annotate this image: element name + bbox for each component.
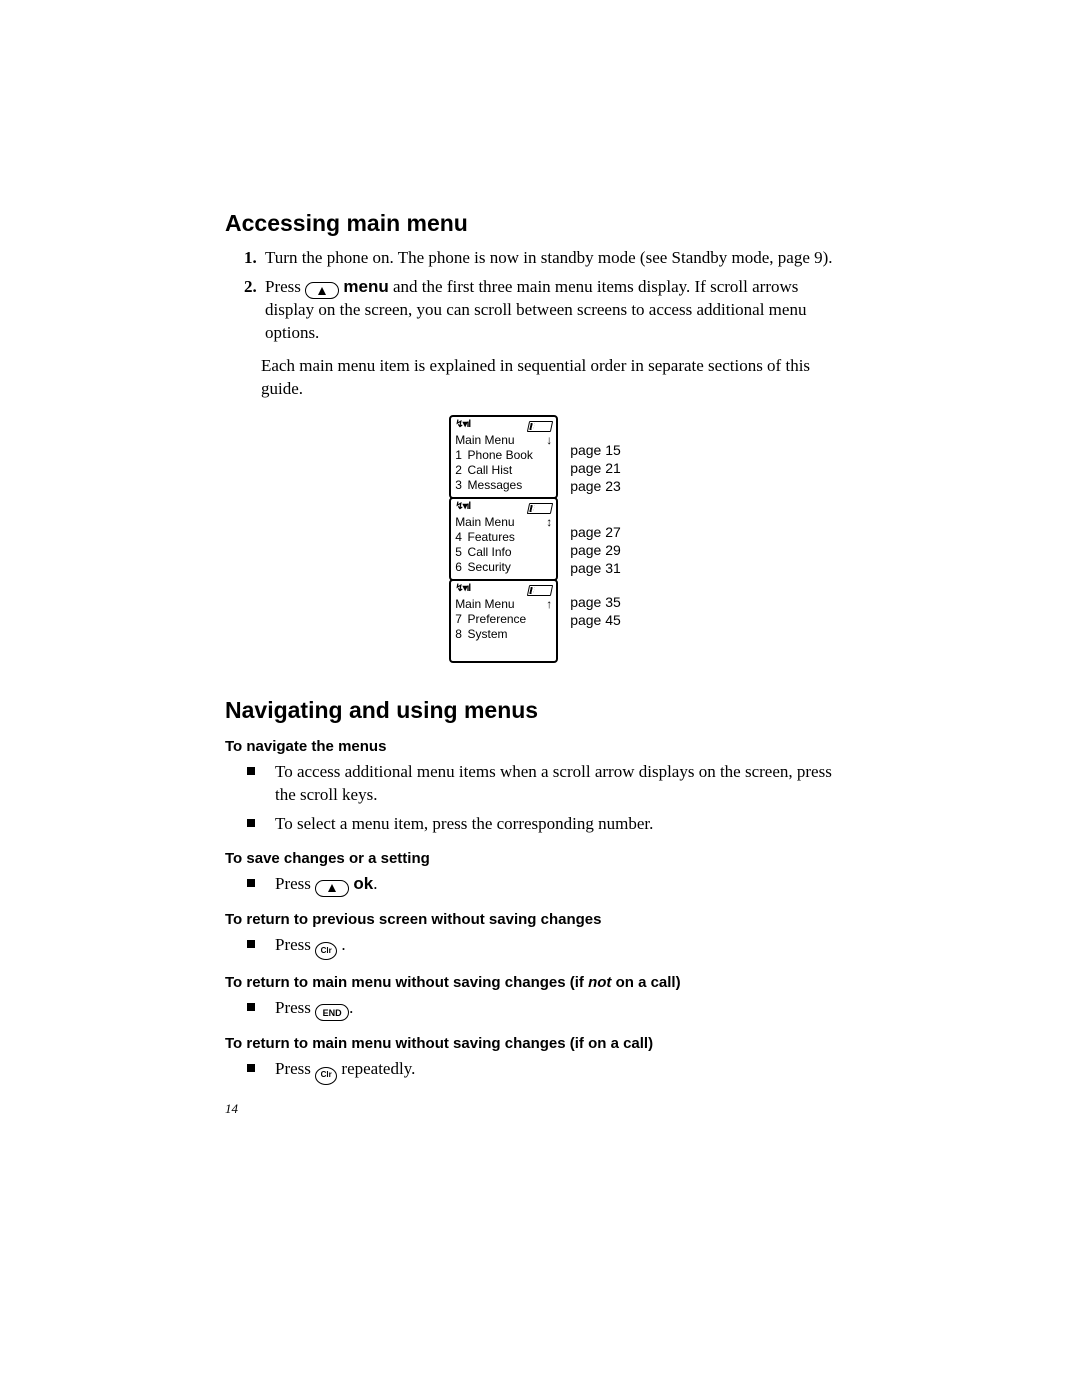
screen-row-2: ↯▾ıl Main Menu ↕ 4 Features 5 Call Info …	[449, 499, 621, 581]
list-item: To select a menu item, press the corresp…	[247, 813, 845, 836]
scroll-updown-icon: ↕	[546, 515, 552, 530]
end-key-icon: END	[315, 1004, 349, 1021]
phone-screen-3: ↯▾ıl Main Menu ↑ 7 Preference 8 System	[449, 579, 558, 663]
step-2-text-before: Press	[265, 277, 305, 296]
list-item: Press ok.	[247, 873, 845, 897]
page-ref-spacer	[570, 629, 621, 647]
screens-figure: ↯▾ıl Main Menu ↓ 1 Phone Book 2 Call His…	[225, 415, 845, 663]
page-ref: page 21	[570, 459, 621, 477]
battery-icon	[527, 503, 553, 514]
menu-item: 7 Preference	[455, 612, 552, 627]
page-ref: page 23	[570, 477, 621, 495]
page-ref: page 27	[570, 523, 621, 541]
manual-page: Accessing main menu Turn the phone on. T…	[0, 0, 1080, 1397]
menu-item: 8 System	[455, 627, 552, 642]
page-ref: page 31	[570, 559, 621, 577]
list-item: Press Clr .	[247, 934, 845, 960]
battery-icon	[527, 421, 553, 432]
screen-title: Main Menu	[455, 433, 514, 448]
return-main-oncall-list: Press Clr repeatedly.	[247, 1058, 845, 1084]
page-ref: page 15	[570, 441, 621, 459]
menu-item	[455, 642, 552, 657]
page-refs-3: page 35 page 45	[558, 581, 621, 663]
return-prev-list: Press Clr .	[247, 934, 845, 960]
clr-key-icon: Clr	[315, 1067, 337, 1085]
phone-screen-1: ↯▾ıl Main Menu ↓ 1 Phone Book 2 Call His…	[449, 415, 558, 499]
menu-label: menu	[343, 277, 388, 296]
heading-accessing-main-menu: Accessing main menu	[225, 210, 845, 237]
menu-item: 3 Messages	[455, 478, 552, 493]
heading-navigating-using-menus: Navigating and using menus	[225, 697, 845, 724]
screens-column: ↯▾ıl Main Menu ↓ 1 Phone Book 2 Call His…	[449, 415, 621, 663]
step-1: Turn the phone on. The phone is now in s…	[261, 247, 845, 270]
triangle-up-icon	[328, 884, 336, 892]
menu-item: 2 Call Hist	[455, 463, 552, 478]
softkey-icon	[305, 282, 339, 299]
menu-item: 4 Features	[455, 530, 552, 545]
followup-text: Each main menu item is explained in sequ…	[261, 355, 845, 401]
menu-item: 1 Phone Book	[455, 448, 552, 463]
page-refs-1: page 15 page 21 page 23	[558, 415, 621, 499]
screen-title: Main Menu	[455, 597, 514, 612]
phone-screen-2: ↯▾ıl Main Menu ↕ 4 Features 5 Call Info …	[449, 497, 558, 581]
triangle-up-icon	[318, 287, 326, 295]
page-ref: page 35	[570, 593, 621, 611]
status-bar: ↯▾ıl	[455, 502, 552, 514]
sub-navigate: To navigate the menus	[225, 738, 845, 755]
softkey-icon	[315, 880, 349, 897]
page-refs-2: page 27 page 29 page 31	[558, 499, 621, 581]
clr-key-icon: Clr	[315, 942, 337, 960]
page-number: 14	[225, 1101, 238, 1117]
status-bar: ↯▾ıl	[455, 420, 552, 432]
list-item: Press Clr repeatedly.	[247, 1058, 845, 1084]
page-ref: page 29	[570, 541, 621, 559]
screen-title: Main Menu	[455, 515, 514, 530]
step-2: Press menu and the first three main menu…	[261, 276, 845, 345]
navigate-list: To access additional menu items when a s…	[247, 761, 845, 836]
menu-item: 6 Security	[455, 560, 552, 575]
screen-row-3: ↯▾ıl Main Menu ↑ 7 Preference 8 System p…	[449, 581, 621, 663]
battery-icon	[527, 585, 553, 596]
sub-return-main-on-call: To return to main menu without saving ch…	[225, 1035, 845, 1052]
list-item: Press END.	[247, 997, 845, 1022]
screen-row-1: ↯▾ıl Main Menu ↓ 1 Phone Book 2 Call His…	[449, 415, 621, 499]
signal-icon: ↯▾ıl	[455, 501, 470, 514]
steps-list: Turn the phone on. The phone is now in s…	[225, 247, 845, 345]
sub-save: To save changes or a setting	[225, 850, 845, 867]
signal-icon: ↯▾ıl	[455, 583, 470, 596]
list-item: To access additional menu items when a s…	[247, 761, 845, 807]
signal-icon: ↯▾ıl	[455, 419, 470, 432]
scroll-up-icon: ↑	[546, 597, 552, 612]
return-main-notcall-list: Press END.	[247, 997, 845, 1022]
sub-return-previous: To return to previous screen without sav…	[225, 911, 845, 928]
save-list: Press ok.	[247, 873, 845, 897]
page-ref: page 45	[570, 611, 621, 629]
scroll-down-icon: ↓	[546, 433, 552, 448]
menu-item: 5 Call Info	[455, 545, 552, 560]
sub-return-main-not-on-call: To return to main menu without saving ch…	[225, 974, 845, 991]
status-bar: ↯▾ıl	[455, 584, 552, 596]
